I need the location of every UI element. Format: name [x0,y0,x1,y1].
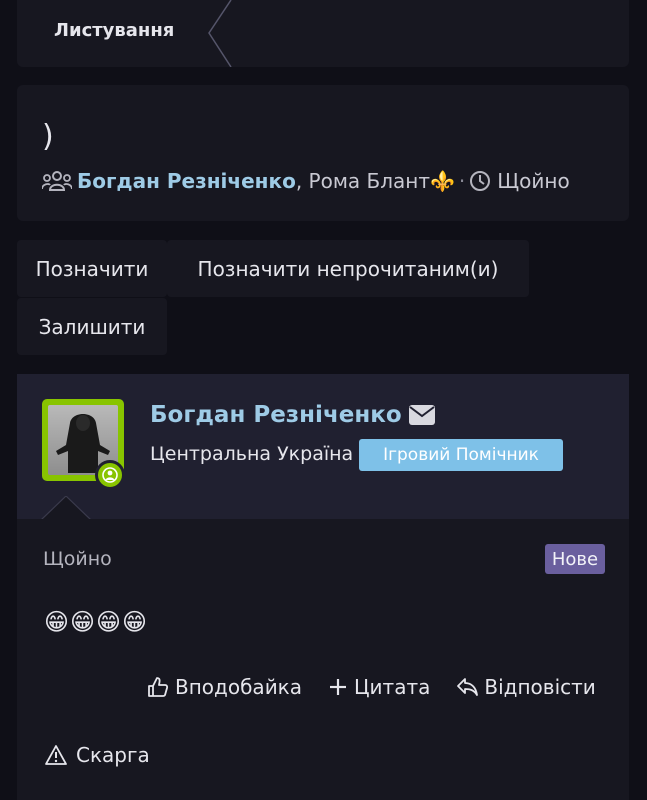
participant-separator: , [295,169,309,193]
new-badge: Нове [545,544,605,574]
envelope-icon[interactable] [408,405,435,425]
post-body: Щойно Нове 😁😁😁😁 Вподобайка Цитата Відпов… [17,519,629,800]
avatar[interactable] [42,399,125,490]
clock-icon [470,171,491,191]
like-label: Вподобайка [175,675,303,699]
thumbs-up-icon [148,677,169,697]
mark-unread-button[interactable]: Позначити непрочитаним(и) [167,240,529,297]
author-location: Центральна Україна [150,443,354,465]
author-pointer [41,496,91,520]
post-author: Богдан Резніченко [150,402,435,428]
report-button[interactable]: Скарга [44,743,150,767]
breadcrumb-chevron-icon [208,0,232,67]
quote-label: Цитата [354,675,431,699]
warning-icon [45,745,67,765]
breadcrumb: Листування [17,0,629,67]
meta-dot: · [458,169,466,193]
participant-link[interactable]: Богдан Резніченко [77,169,296,193]
participant-link[interactable]: Рома Блант [309,169,430,193]
fleur-de-lis-icon: ⚜️ [430,169,455,193]
thread-header: ) Богдан Резніченко , Рома Блант ⚜️ · Що… [17,85,629,221]
role-badge: Ігровий Помічник [359,439,563,471]
like-button[interactable]: Вподобайка [147,675,302,699]
post-content: 😁😁😁😁 [44,608,149,636]
mark-button[interactable]: Позначити [17,240,167,297]
plus-icon [330,679,347,695]
online-status-icon [95,460,125,490]
leave-button[interactable]: Залишити [17,298,167,355]
breadcrumb-conversations-link[interactable]: Листування [54,20,174,41]
quote-button[interactable]: Цитата [328,675,430,699]
thread-title: ) [42,119,54,154]
thread-meta: Богдан Резніченко , Рома Блант ⚜️ · Щойн… [42,169,570,193]
reply-icon [457,678,479,696]
post-time[interactable]: Щойно [43,548,112,570]
thread-time: Щойно [497,169,570,193]
reply-button[interactable]: Відповісти [456,675,596,699]
post-actions: Вподобайка Цитата Відповісти [147,675,596,699]
users-icon [42,171,72,191]
report-label: Скарга [76,743,150,767]
author-link[interactable]: Богдан Резніченко [150,402,402,428]
post-header: Богдан Резніченко Центральна Україна Ігр… [17,374,629,519]
reply-label: Відповісти [484,675,596,699]
